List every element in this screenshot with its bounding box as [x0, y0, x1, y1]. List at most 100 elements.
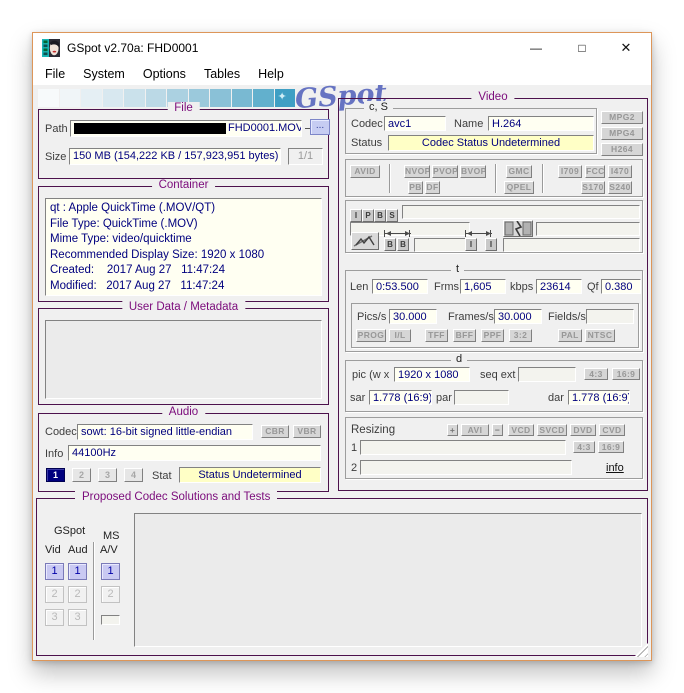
b-spacing-button-2: B [397, 238, 409, 251]
minimize-button[interactable]: — [519, 33, 553, 63]
gspot-vid-test-1-button[interactable]: 1 [45, 563, 64, 580]
video-name-field: H.264 [488, 116, 594, 131]
title-bar: GSpot v2.70a: FHD0001 — □ ✕ [33, 33, 651, 63]
size-label: Size [45, 151, 66, 163]
avid-badge: AVID [350, 165, 380, 178]
resize-row1-field [360, 440, 566, 455]
container-group: Container qt : Apple QuickTime (.MOV/QT)… [38, 186, 329, 302]
tff-badge: TFF [425, 329, 448, 342]
ntsc-badge: NTSC [585, 329, 615, 342]
par-field [454, 390, 509, 405]
audio-track-2-button[interactable]: 2 [72, 468, 91, 482]
audio-codec-label: Codec [45, 426, 77, 438]
pvop-badge: PVOP [432, 165, 458, 178]
window-title: GSpot v2.70a: FHD0001 [67, 41, 198, 55]
h264-badge: H264 [601, 143, 643, 156]
b-frame-button[interactable]: B [374, 209, 386, 222]
menu-tables[interactable]: Tables [195, 65, 249, 83]
proposed-group-label: Proposed Codec Solutions and Tests [75, 491, 277, 503]
resize-cvd-button[interactable]: CVD [599, 424, 625, 436]
browse-button[interactable]: ... [310, 119, 330, 135]
ppf-badge: PPF [481, 329, 504, 342]
pics-label: Pics/s [357, 311, 386, 323]
i-spacing-button: I [465, 238, 477, 251]
gspot-vid-test-2-button[interactable]: 2 [45, 586, 64, 603]
fcc-badge: FCC [585, 165, 605, 178]
aud-column-header: Aud [68, 544, 88, 556]
bvop-badge: BVOP [460, 165, 486, 178]
bff-badge: BFF [453, 329, 476, 342]
resize-row2-label: 2 [351, 462, 357, 474]
t-label: t [451, 263, 464, 275]
s-frame-button[interactable]: S [386, 209, 398, 222]
i470-badge: I470 [608, 165, 632, 178]
audio-info-field: 44100Hz [68, 445, 321, 461]
cbr-badge: CBR [261, 425, 289, 438]
resize-43-button[interactable]: 4:3 [573, 441, 595, 453]
pic-label: pic (w x [352, 369, 389, 381]
path-field[interactable]: FHD0001.MOV [70, 120, 302, 137]
file-group-label: File [167, 102, 200, 114]
audio-track-4-button[interactable]: 4 [124, 468, 143, 482]
resize-svcd-button[interactable]: SVCD [537, 424, 567, 436]
video-group-label: Video [471, 91, 514, 103]
path-label: Path [45, 123, 68, 135]
ms-av-test-1-button[interactable]: 1 [101, 563, 120, 580]
flag-divider [389, 164, 390, 193]
timing-box: t Len 0:53.500 Frms 1,605 kbps 23614 Qf … [345, 270, 643, 352]
resize-dvd-button[interactable]: DVD [570, 424, 596, 436]
cs-label: c, S [364, 101, 393, 113]
file-group: File Path FHD0001.MOV ... Size 150 MB (1… [38, 109, 329, 179]
userdata-group: User Data / Metadata [38, 308, 329, 405]
gspot-vid-test-3-button[interactable]: 3 [45, 609, 64, 626]
test-results-box [134, 513, 642, 647]
rate-box: Pics/s 30.000 Frames/s 30.000 Fields/s P… [351, 303, 639, 348]
menu-bar: File System Options Tables Help [33, 63, 651, 85]
resize-169-button[interactable]: 16:9 [598, 441, 624, 453]
menu-options[interactable]: Options [134, 65, 195, 83]
resize-avi-button[interactable]: AVI [461, 424, 489, 436]
flag-divider [495, 164, 496, 193]
menu-file[interactable]: File [36, 65, 74, 83]
ms-av-blank-slot [101, 615, 120, 625]
maximize-button[interactable]: □ [565, 33, 599, 63]
s240-badge: S240 [608, 181, 632, 194]
gspot-aud-test-2-button[interactable]: 2 [68, 586, 87, 603]
il-badge: I/L [389, 329, 411, 342]
flag-divider [542, 164, 543, 193]
audio-track-3-button[interactable]: 3 [98, 468, 117, 482]
i709-badge: I709 [558, 165, 582, 178]
close-button[interactable]: ✕ [609, 33, 643, 63]
i-frame-button[interactable]: I [350, 209, 362, 222]
pic-field: 1920 x 1080 [394, 367, 470, 382]
pal-badge: PAL [558, 329, 582, 342]
i-spacing-button-2: I [485, 238, 497, 251]
resize-vcd-button[interactable]: VCD [508, 424, 534, 436]
bitrate-graph-icon[interactable] [351, 232, 379, 250]
ms-av-test-2-button[interactable]: 2 [101, 586, 120, 603]
menu-system[interactable]: System [74, 65, 134, 83]
qf-field: 0.380 [601, 279, 641, 294]
video-codec-field: avc1 [384, 116, 446, 131]
s170-badge: S170 [581, 181, 605, 194]
b-distance-ruler [384, 230, 410, 237]
resize-row1-label: 1 [351, 442, 357, 454]
resize-plus-button[interactable]: + [447, 424, 458, 436]
star-icon [275, 89, 296, 107]
userdata-group-label: User Data / Metadata [122, 301, 245, 313]
audio-track-1-button[interactable]: 1 [46, 468, 65, 482]
info-link[interactable]: info [606, 462, 624, 474]
len-label: Len [350, 281, 368, 293]
audio-info-label: Info [45, 448, 63, 460]
p-frame-button[interactable]: P [362, 209, 374, 222]
menu-help[interactable]: Help [249, 65, 293, 83]
fields-label: Fields/s [548, 311, 586, 323]
container-group-label: Container [152, 179, 216, 191]
codec-status-box: c, S Codec avc1 Name H.264 Status Codec … [345, 108, 597, 154]
gspot-aud-test-1-button[interactable]: 1 [68, 563, 87, 580]
resize-minus-button[interactable]: − [492, 424, 503, 436]
video-codec-label: Codec [351, 118, 383, 130]
app-window: GSpot v2.70a: FHD0001 — □ ✕ File System … [32, 32, 652, 661]
resize-row2-field [360, 460, 572, 475]
gspot-aud-test-3-button[interactable]: 3 [68, 609, 87, 626]
